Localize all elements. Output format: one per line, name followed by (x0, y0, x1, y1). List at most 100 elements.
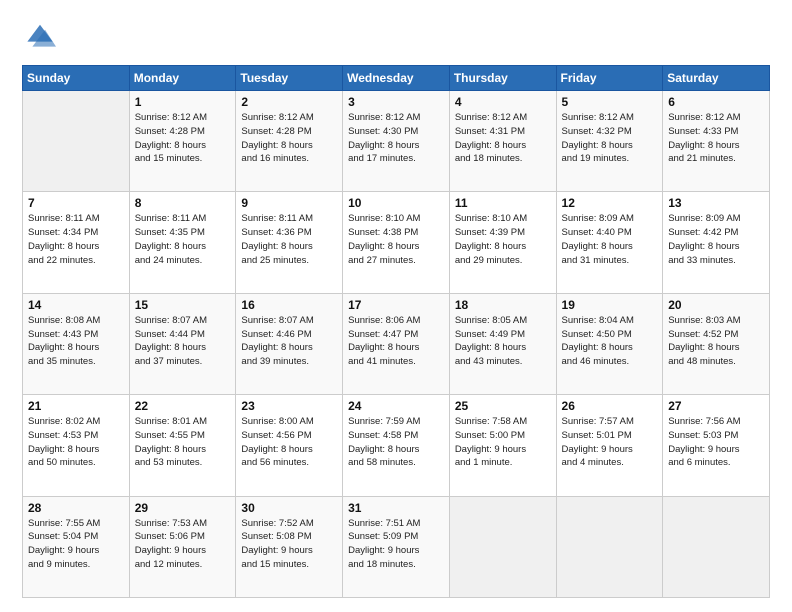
sunset-text: Sunset: 4:55 PM (135, 429, 231, 443)
sunrise-text: Sunrise: 8:07 AM (241, 314, 337, 328)
daylight-hours: and 15 minutes. (241, 558, 337, 572)
logo (22, 18, 56, 55)
daylight-hours: and 21 minutes. (668, 152, 764, 166)
cell-3-5: 18Sunrise: 8:05 AMSunset: 4:49 PMDayligh… (449, 293, 556, 394)
daylight-hours: and 16 minutes. (241, 152, 337, 166)
daylight-hours: and 50 minutes. (28, 456, 124, 470)
sunset-text: Sunset: 4:38 PM (348, 226, 444, 240)
daylight-hours: and 56 minutes. (241, 456, 337, 470)
week-row-1: 1Sunrise: 8:12 AMSunset: 4:28 PMDaylight… (23, 91, 770, 192)
day-number: 3 (348, 95, 444, 109)
daylight-hours: and 4 minutes. (562, 456, 658, 470)
day-number: 22 (135, 399, 231, 413)
cell-5-2: 29Sunrise: 7:53 AMSunset: 5:06 PMDayligh… (129, 496, 236, 597)
sunset-text: Sunset: 4:28 PM (135, 125, 231, 139)
daylight-hours: and 25 minutes. (241, 254, 337, 268)
day-number: 10 (348, 196, 444, 210)
sunrise-text: Sunrise: 7:58 AM (455, 415, 551, 429)
daylight-hours: and 39 minutes. (241, 355, 337, 369)
sunrise-text: Sunrise: 7:53 AM (135, 517, 231, 531)
cell-1-1 (23, 91, 130, 192)
sunset-text: Sunset: 4:50 PM (562, 328, 658, 342)
sunrise-text: Sunrise: 8:11 AM (241, 212, 337, 226)
sunrise-text: Sunrise: 7:51 AM (348, 517, 444, 531)
daylight-text: Daylight: 8 hours (562, 240, 658, 254)
sunset-text: Sunset: 4:42 PM (668, 226, 764, 240)
daylight-text: Daylight: 9 hours (348, 544, 444, 558)
daylight-hours: and 12 minutes. (135, 558, 231, 572)
sunrise-text: Sunrise: 8:12 AM (668, 111, 764, 125)
daylight-text: Daylight: 8 hours (455, 139, 551, 153)
daylight-hours: and 58 minutes. (348, 456, 444, 470)
day-number: 2 (241, 95, 337, 109)
cell-1-3: 2Sunrise: 8:12 AMSunset: 4:28 PMDaylight… (236, 91, 343, 192)
sunrise-text: Sunrise: 8:07 AM (135, 314, 231, 328)
cell-4-5: 25Sunrise: 7:58 AMSunset: 5:00 PMDayligh… (449, 395, 556, 496)
sunrise-text: Sunrise: 8:12 AM (562, 111, 658, 125)
day-number: 5 (562, 95, 658, 109)
sunset-text: Sunset: 4:43 PM (28, 328, 124, 342)
cell-5-7 (663, 496, 770, 597)
daylight-text: Daylight: 8 hours (241, 341, 337, 355)
sunrise-text: Sunrise: 8:03 AM (668, 314, 764, 328)
sunrise-text: Sunrise: 8:10 AM (455, 212, 551, 226)
daylight-hours: and 46 minutes. (562, 355, 658, 369)
cell-5-4: 31Sunrise: 7:51 AMSunset: 5:09 PMDayligh… (343, 496, 450, 597)
sunset-text: Sunset: 4:49 PM (455, 328, 551, 342)
daylight-text: Daylight: 8 hours (348, 443, 444, 457)
daylight-text: Daylight: 8 hours (348, 139, 444, 153)
day-number: 13 (668, 196, 764, 210)
sunset-text: Sunset: 4:47 PM (348, 328, 444, 342)
cell-5-6 (556, 496, 663, 597)
day-number: 4 (455, 95, 551, 109)
sunrise-text: Sunrise: 7:56 AM (668, 415, 764, 429)
cell-3-7: 20Sunrise: 8:03 AMSunset: 4:52 PMDayligh… (663, 293, 770, 394)
daylight-text: Daylight: 9 hours (241, 544, 337, 558)
cell-5-5 (449, 496, 556, 597)
day-number: 27 (668, 399, 764, 413)
sunrise-text: Sunrise: 8:12 AM (135, 111, 231, 125)
cell-1-4: 3Sunrise: 8:12 AMSunset: 4:30 PMDaylight… (343, 91, 450, 192)
day-number: 8 (135, 196, 231, 210)
day-number: 21 (28, 399, 124, 413)
sunset-text: Sunset: 4:32 PM (562, 125, 658, 139)
cell-5-3: 30Sunrise: 7:52 AMSunset: 5:08 PMDayligh… (236, 496, 343, 597)
daylight-hours: and 43 minutes. (455, 355, 551, 369)
daylight-text: Daylight: 8 hours (241, 139, 337, 153)
daylight-text: Daylight: 8 hours (455, 341, 551, 355)
sunset-text: Sunset: 4:46 PM (241, 328, 337, 342)
week-row-4: 21Sunrise: 8:02 AMSunset: 4:53 PMDayligh… (23, 395, 770, 496)
daylight-hours: and 31 minutes. (562, 254, 658, 268)
cell-2-7: 13Sunrise: 8:09 AMSunset: 4:42 PMDayligh… (663, 192, 770, 293)
cell-5-1: 28Sunrise: 7:55 AMSunset: 5:04 PMDayligh… (23, 496, 130, 597)
header-day-monday: Monday (129, 66, 236, 91)
daylight-text: Daylight: 8 hours (455, 240, 551, 254)
sunrise-text: Sunrise: 8:08 AM (28, 314, 124, 328)
header-day-sunday: Sunday (23, 66, 130, 91)
day-number: 17 (348, 298, 444, 312)
cell-1-7: 6Sunrise: 8:12 AMSunset: 4:33 PMDaylight… (663, 91, 770, 192)
header-day-thursday: Thursday (449, 66, 556, 91)
daylight-text: Daylight: 8 hours (135, 443, 231, 457)
daylight-text: Daylight: 8 hours (562, 139, 658, 153)
sunrise-text: Sunrise: 7:52 AM (241, 517, 337, 531)
day-number: 16 (241, 298, 337, 312)
day-number: 24 (348, 399, 444, 413)
week-row-5: 28Sunrise: 7:55 AMSunset: 5:04 PMDayligh… (23, 496, 770, 597)
header-day-friday: Friday (556, 66, 663, 91)
daylight-hours: and 18 minutes. (455, 152, 551, 166)
daylight-hours: and 24 minutes. (135, 254, 231, 268)
day-number: 18 (455, 298, 551, 312)
sunset-text: Sunset: 4:52 PM (668, 328, 764, 342)
sunset-text: Sunset: 4:39 PM (455, 226, 551, 240)
sunset-text: Sunset: 4:31 PM (455, 125, 551, 139)
daylight-text: Daylight: 8 hours (28, 443, 124, 457)
cell-3-4: 17Sunrise: 8:06 AMSunset: 4:47 PMDayligh… (343, 293, 450, 394)
sunset-text: Sunset: 5:01 PM (562, 429, 658, 443)
day-number: 28 (28, 501, 124, 515)
cell-2-3: 9Sunrise: 8:11 AMSunset: 4:36 PMDaylight… (236, 192, 343, 293)
daylight-hours: and 27 minutes. (348, 254, 444, 268)
sunrise-text: Sunrise: 8:01 AM (135, 415, 231, 429)
sunset-text: Sunset: 5:03 PM (668, 429, 764, 443)
daylight-text: Daylight: 8 hours (562, 341, 658, 355)
